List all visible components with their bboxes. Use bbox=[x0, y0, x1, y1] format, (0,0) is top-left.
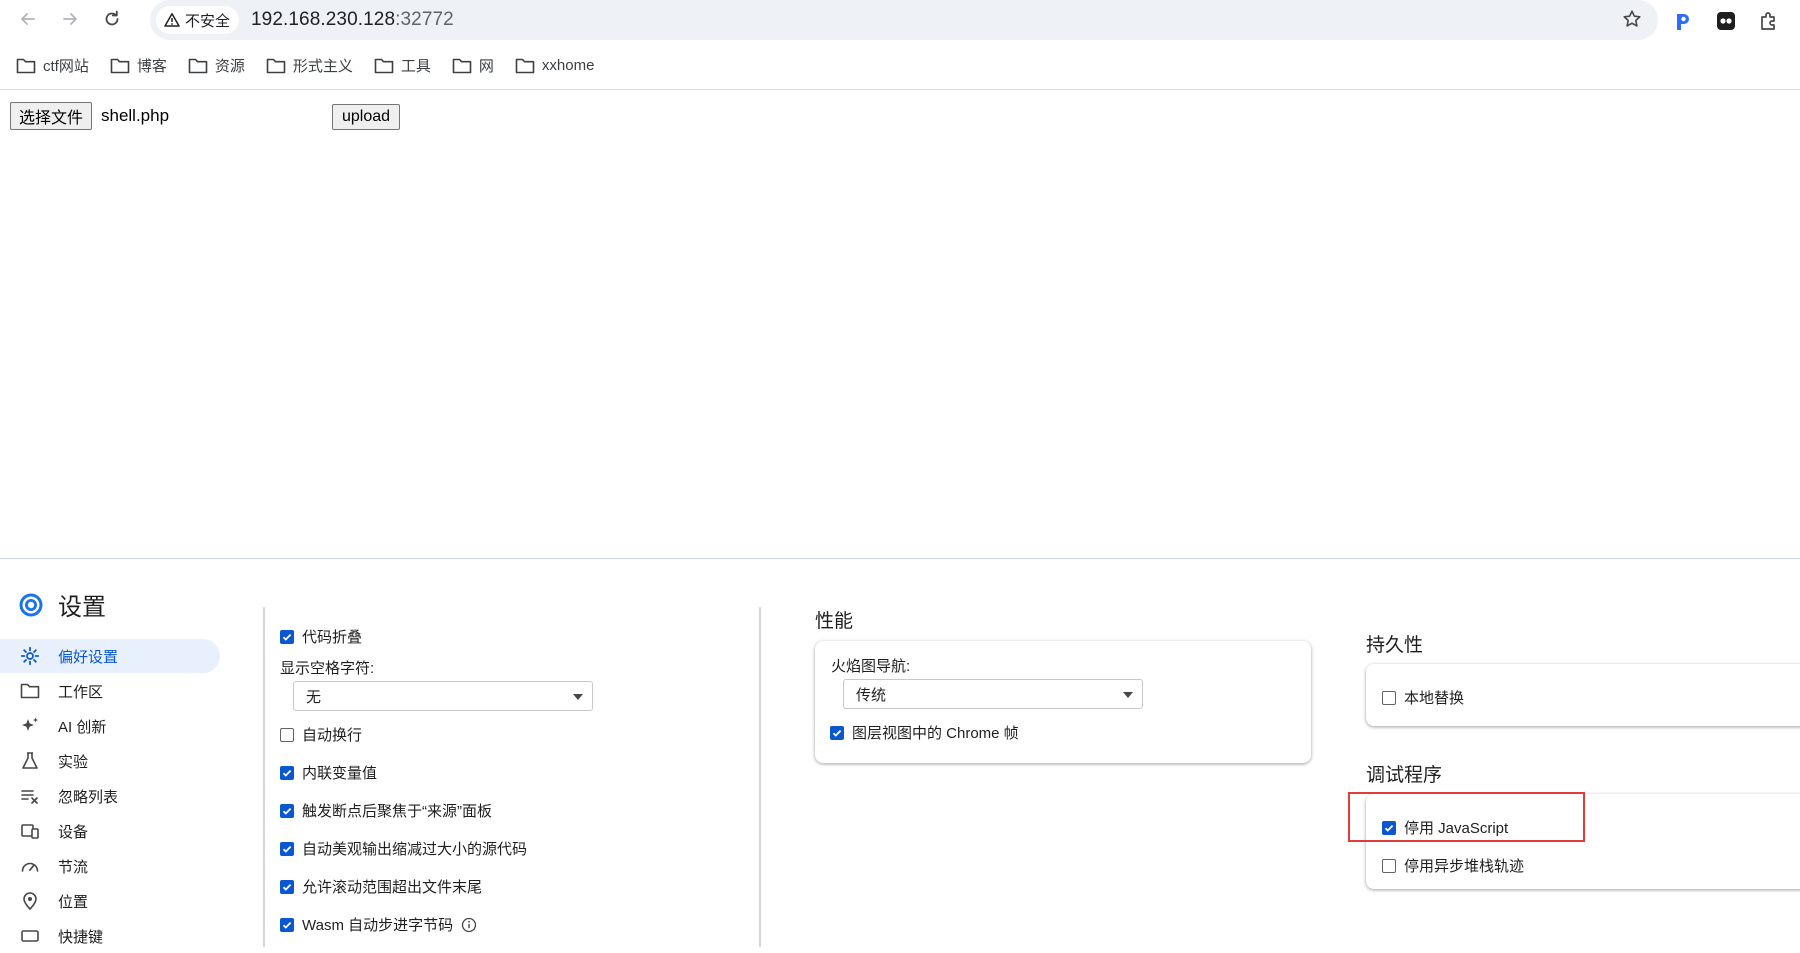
extensions-puzzle-icon[interactable] bbox=[1754, 6, 1784, 36]
folder-icon bbox=[16, 58, 36, 73]
toolbar-divider bbox=[0, 89, 1800, 90]
devtools-settings-panel: 设置 偏好设置 工作区 AI 创新 实验 忽略列表 设备 节流 位置 快捷键 代… bbox=[0, 558, 1800, 947]
address-bar[interactable]: 不安全 192.168.230.128:32772 bbox=[150, 0, 1658, 40]
bookmark-folder[interactable]: 工具 bbox=[374, 55, 431, 76]
chevron-down-icon bbox=[573, 694, 583, 700]
wasm-auto-step-option[interactable]: Wasm 自动步进字节码 bbox=[280, 914, 477, 935]
extension-mask-icon[interactable] bbox=[1711, 6, 1741, 36]
upload-button[interactable]: upload bbox=[332, 104, 401, 130]
bookmark-folder[interactable]: 博客 bbox=[110, 55, 167, 76]
security-chip[interactable]: 不安全 bbox=[156, 6, 240, 34]
folder-icon bbox=[266, 58, 286, 73]
checkbox-checked[interactable] bbox=[280, 917, 294, 932]
bookmark-folder[interactable]: 资源 bbox=[188, 55, 245, 76]
location-pin-icon bbox=[23, 892, 37, 911]
folder-icon bbox=[110, 58, 130, 73]
flask-icon bbox=[22, 752, 38, 769]
checkbox-checked[interactable] bbox=[830, 725, 844, 740]
checkbox-unchecked[interactable] bbox=[1382, 858, 1396, 873]
sidebar-item-location[interactable]: 位置 bbox=[0, 884, 220, 918]
ignore-list-icon bbox=[21, 790, 38, 804]
reload-button[interactable] bbox=[97, 4, 127, 34]
warning-triangle-icon bbox=[164, 13, 180, 27]
gear-icon bbox=[20, 646, 40, 666]
word-wrap-option[interactable]: 自动换行 bbox=[280, 724, 362, 745]
folder-icon bbox=[374, 58, 394, 73]
sidebar-item-ignore-list[interactable]: 忽略列表 bbox=[0, 779, 220, 813]
column-divider bbox=[759, 607, 761, 947]
inline-values-option[interactable]: 内联变量值 bbox=[280, 762, 377, 783]
arrow-right-icon bbox=[63, 13, 77, 25]
security-label: 不安全 bbox=[185, 12, 231, 30]
bookmark-folder[interactable]: ctf网站 bbox=[16, 55, 89, 76]
folder-icon bbox=[188, 58, 208, 73]
reload-icon bbox=[105, 10, 119, 26]
folder-icon bbox=[515, 58, 535, 73]
bookmark-folder[interactable]: xxhome bbox=[515, 57, 594, 74]
settings-title: 设置 bbox=[18, 587, 106, 622]
bookmark-folder[interactable]: 形式主义 bbox=[266, 55, 353, 76]
sidebar-item-preferences[interactable]: 偏好设置 bbox=[0, 639, 220, 673]
disable-async-stack-option[interactable]: 停用异步堆栈轨迹 bbox=[1382, 855, 1524, 876]
scroll-past-end-option[interactable]: 允许滚动范围超出文件末尾 bbox=[280, 876, 482, 897]
info-icon[interactable] bbox=[461, 917, 477, 933]
checkbox-checked[interactable] bbox=[280, 841, 294, 856]
checkbox-unchecked[interactable] bbox=[1382, 690, 1396, 705]
arrow-left-icon bbox=[21, 13, 35, 25]
devtools-logo-icon bbox=[19, 593, 43, 616]
auto-pretty-print-option[interactable]: 自动美观输出缩减过大小的源代码 bbox=[280, 838, 527, 859]
forward-button[interactable] bbox=[55, 4, 85, 34]
performance-heading: 性能 bbox=[815, 611, 854, 632]
sidebar-item-devices[interactable]: 设备 bbox=[0, 814, 220, 848]
chevron-down-icon bbox=[1123, 692, 1133, 698]
sidebar-item-experiments[interactable]: 实验 bbox=[0, 744, 220, 778]
persistence-heading: 持久性 bbox=[1366, 635, 1424, 656]
choose-file-button[interactable]: 选择文件 bbox=[10, 102, 93, 130]
bookmark-folder[interactable]: 网 bbox=[452, 55, 494, 76]
sparkle-icon bbox=[22, 717, 38, 731]
column-divider bbox=[263, 607, 265, 947]
sidebar-item-ai-innovation[interactable]: AI 创新 bbox=[0, 709, 220, 743]
whitespace-select[interactable]: 无 bbox=[293, 681, 593, 711]
flamechart-label: 火焰图导航: bbox=[831, 658, 911, 675]
browser-toolbar: 不安全 192.168.230.128:32772 bbox=[0, 0, 1800, 40]
chrome-frames-option[interactable]: 图层视图中的 Chrome 帧 bbox=[830, 722, 1019, 743]
folder-icon bbox=[452, 58, 472, 73]
code-folding-option[interactable]: 代码折叠 bbox=[280, 626, 362, 647]
checkbox-checked[interactable] bbox=[280, 879, 294, 894]
chosen-file-name: shell.php bbox=[101, 106, 170, 125]
bookmarks-bar: ctf网站 博客 资源 形式主义 工具 网 xxhome bbox=[0, 48, 1800, 82]
throttle-icon bbox=[21, 862, 39, 872]
sidebar-item-workspace[interactable]: 工作区 bbox=[0, 674, 220, 708]
checkbox-checked[interactable] bbox=[280, 629, 294, 644]
annotation-highlight-box bbox=[1348, 792, 1585, 842]
debugger-heading: 调试程序 bbox=[1366, 765, 1443, 786]
sidebar-item-throttling[interactable]: 节流 bbox=[0, 849, 220, 883]
sidebar-item-shortcuts[interactable]: 快捷键 bbox=[0, 919, 220, 953]
checkbox-unchecked[interactable] bbox=[280, 727, 294, 742]
keyboard-icon bbox=[21, 930, 39, 942]
back-button[interactable] bbox=[13, 4, 43, 34]
extension-p-icon[interactable] bbox=[1668, 6, 1698, 36]
flamechart-select[interactable]: 传统 bbox=[843, 679, 1143, 709]
whitespace-label: 显示空格字符: bbox=[280, 660, 375, 677]
focus-sources-option[interactable]: 触发断点后聚焦于“来源”面板 bbox=[280, 800, 492, 821]
local-overrides-option[interactable]: 本地替换 bbox=[1382, 687, 1464, 708]
url-text[interactable]: 192.168.230.128:32772 bbox=[251, 9, 454, 31]
devices-icon bbox=[21, 824, 39, 839]
checkbox-checked[interactable] bbox=[280, 765, 294, 780]
folder-icon bbox=[20, 683, 40, 699]
checkbox-checked[interactable] bbox=[280, 803, 294, 818]
bookmark-star-icon[interactable] bbox=[1622, 9, 1642, 29]
